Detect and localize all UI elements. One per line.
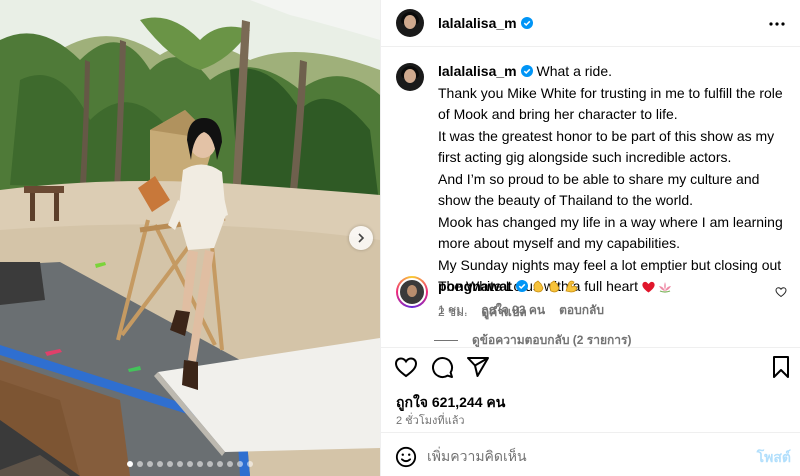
carousel-dot — [207, 461, 213, 467]
heart-icon[interactable] — [394, 355, 418, 379]
more-options-button[interactable] — [767, 14, 787, 34]
carousel-dot — [167, 461, 173, 467]
comment-likes[interactable]: ถูกใจ 93 คน — [481, 301, 545, 320]
instagram-post: lalalalisa_m lalalalisa_m What a ride. T… — [0, 0, 800, 476]
post-timestamp[interactable]: 2 ชั่วโมงที่แล้ว — [396, 411, 465, 429]
share-icon[interactable] — [466, 355, 490, 379]
caption-line: It was the greatest honor to be part of … — [438, 127, 775, 166]
carousel-dot — [177, 461, 183, 467]
caption-line: And I’m so proud to be able to share my … — [438, 170, 760, 209]
comment-meta: 1 ชม. ถูกใจ 93 คน ตอบกลับ — [438, 301, 604, 320]
carousel-dot — [247, 461, 253, 467]
verified-badge-icon — [515, 280, 528, 292]
caption-line: lalalalisa_m What a ride. — [438, 61, 783, 83]
comment-time[interactable]: 1 ชม. — [438, 301, 467, 320]
comment-body: pongnawat 1 ชม. ถูกใจ 93 คน ตอบกลับ — [438, 276, 604, 320]
caption-line: Mook has changed my life in a way where … — [438, 213, 783, 252]
carousel-dot — [197, 461, 203, 467]
post-comment-button[interactable]: โพสต์ — [757, 447, 791, 469]
post-photo[interactable] — [0, 0, 380, 476]
reply-button[interactable]: ตอบกลับ — [559, 301, 604, 320]
chevron-right-icon — [358, 233, 365, 243]
add-comment-bar: โพสต์ — [381, 432, 800, 476]
caption-username[interactable]: lalalalisa_m — [438, 63, 517, 79]
carousel-dot — [227, 461, 233, 467]
carousel-dot — [147, 461, 153, 467]
carousel-dot — [237, 461, 243, 467]
verified-badge-icon — [520, 65, 533, 77]
comment-item: pongnawat 1 ชม. ถูกใจ 93 คน ตอบกลับ — [396, 276, 791, 320]
flexed-biceps-icon — [565, 280, 578, 293]
clapping-hands-icon — [533, 280, 544, 293]
emoji-icon[interactable] — [395, 446, 417, 468]
save-icon[interactable] — [769, 355, 793, 379]
caption-author-avatar[interactable] — [396, 63, 424, 91]
post-header: lalalalisa_m — [381, 0, 800, 47]
carousel-dot — [127, 461, 133, 467]
more-horizontal-icon — [769, 22, 785, 26]
section-divider — [381, 347, 800, 348]
carousel-indicator — [0, 461, 380, 467]
carousel-dot — [217, 461, 223, 467]
carousel-dot — [157, 461, 163, 467]
beach-photo-illustration — [0, 0, 380, 476]
caption-line: Thank you Mike White for trusting in me … — [438, 84, 783, 123]
comment-like-heart-icon[interactable] — [775, 286, 787, 298]
verified-badge-icon — [520, 17, 533, 29]
clapping-hands-icon — [549, 280, 560, 293]
comment-input[interactable] — [427, 443, 727, 469]
author-username[interactable]: lalalalisa_m — [438, 15, 517, 31]
carousel-next-button[interactable] — [349, 226, 373, 250]
carousel-dot — [137, 461, 143, 467]
replies-divider — [434, 340, 458, 341]
commenter-avatar[interactable] — [396, 276, 428, 308]
caption-text: What a ride. — [536, 63, 612, 79]
post-side-panel: lalalalisa_m lalalalisa_m What a ride. T… — [380, 0, 800, 476]
comment-icon[interactable] — [430, 355, 454, 379]
comment-text: pongnawat — [438, 276, 604, 296]
carousel-dot — [187, 461, 193, 467]
post-actions — [394, 355, 794, 383]
commenter-username[interactable]: pongnawat — [438, 278, 512, 294]
author-avatar[interactable] — [396, 9, 424, 37]
